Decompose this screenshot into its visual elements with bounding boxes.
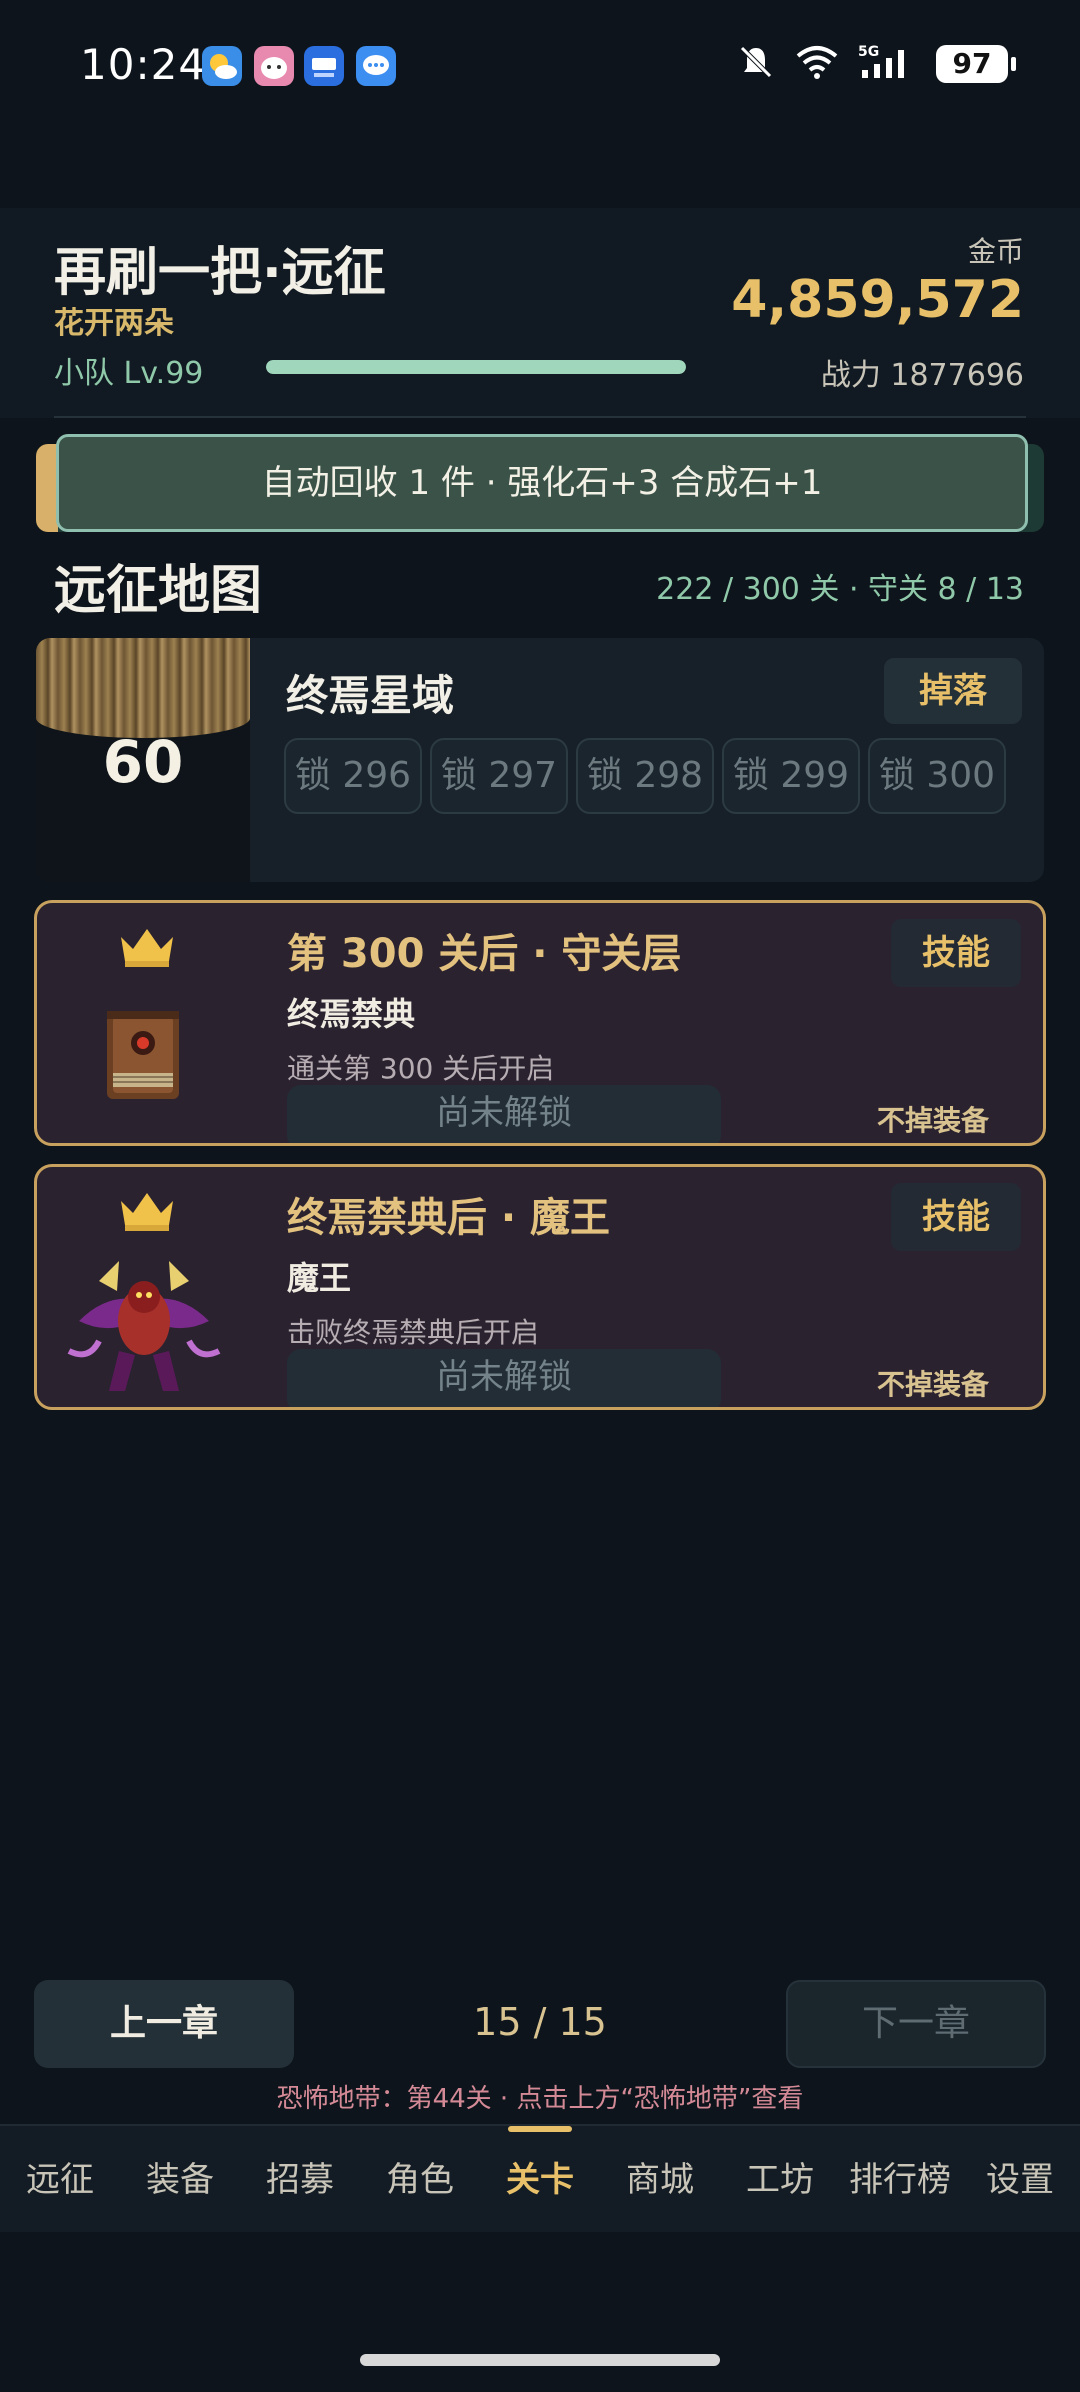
tab-shop[interactable]: 商城 [600, 2126, 720, 2234]
header-divider [54, 416, 1026, 418]
locked-status-pill: 尚未解锁 [287, 1349, 721, 1407]
bell-muted-icon [736, 42, 776, 86]
tab-workshop[interactable]: 工坊 [720, 2126, 840, 2234]
locked-stage-chip[interactable]: 锁 297 [430, 738, 568, 814]
boss-name: 魔王 [287, 1259, 352, 1297]
boss-requirement: 通关第 300 关后开启 [287, 1052, 555, 1085]
locked-stage-chip[interactable]: 锁 300 [868, 738, 1006, 814]
no-equipment-drop-note: 不掉装备 [876, 1104, 989, 1137]
crown-icon [117, 1187, 177, 1233]
team-level: 小队 Lv.99 [54, 356, 204, 391]
gold-value: 4,859,572 [731, 270, 1024, 330]
bottom-nav: 远征 装备 招募 角色 关卡 商城 工坊 排行榜 设置 [0, 2124, 1080, 2232]
map-name: 终焉星域 [286, 671, 455, 720]
boss-requirement: 击败终焉禁典后开启 [287, 1316, 540, 1349]
tab-characters[interactable]: 角色 [360, 2126, 480, 2234]
xp-progress-fill [266, 360, 686, 374]
map-card[interactable]: 60 终焉星域 掉落 锁 296 锁 297 锁 298 锁 299 锁 300 [36, 638, 1044, 882]
player-header: 再刷一把·远征 花开两朵 小队 Lv.99 金币 4,859,572 战力 18… [0, 208, 1080, 418]
game-title: 再刷一把·远征 [54, 243, 386, 303]
locked-stage-chip[interactable]: 锁 299 [722, 738, 860, 814]
chat-mascot-app-icon [254, 46, 294, 86]
locked-stage-chip[interactable]: 锁 298 [576, 738, 714, 814]
cave-art-icon [36, 638, 250, 738]
tab-recruit[interactable]: 招募 [240, 2126, 360, 2234]
locked-stage-row: 锁 296 锁 297 锁 298 锁 299 锁 300 [284, 738, 1006, 814]
combat-power: 战力 1877696 [820, 358, 1024, 393]
tab-equipment[interactable]: 装备 [120, 2126, 240, 2234]
status-time: 10:24 [80, 40, 207, 89]
boss-title: 终焉禁典后 · 魔王 [287, 1195, 611, 1241]
tab-settings[interactable]: 设置 [960, 2126, 1080, 2234]
signal-5g-icon: 5G [858, 42, 918, 86]
crown-icon [117, 923, 177, 969]
boss-card-demon-king[interactable]: 终焉禁典后 · 魔王 魔王 击败终焉禁典后开启 技能 尚未解锁 不掉装备 [34, 1164, 1046, 1410]
tome-icon [101, 1003, 185, 1111]
section-progress: 222 / 300 关 · 守关 8 / 13 [656, 572, 1024, 607]
home-indicator[interactable] [360, 2354, 720, 2366]
gold-label: 金币 [967, 235, 1024, 268]
demon-king-icon [59, 1251, 229, 1405]
drop-button[interactable]: 掉落 [884, 658, 1022, 724]
status-bar: 10:24 5G 97 [0, 0, 1080, 130]
no-equipment-drop-note: 不掉装备 [876, 1368, 989, 1401]
tab-leaderboard[interactable]: 排行榜 [840, 2126, 960, 2234]
map-thumbnail: 60 [36, 638, 250, 882]
auto-recycle-banner[interactable]: 自动回收 1 件 · 强化石+3 合成石+1 [56, 434, 1028, 532]
map-level-number: 60 [102, 728, 184, 796]
skill-button[interactable]: 技能 [891, 919, 1021, 987]
terror-zone-hint[interactable]: 恐怖地带：第44关 · 点击上方“恐怖地带”查看 [0, 2078, 1080, 2115]
boss-card-guardian[interactable]: 第 300 关后 · 守关层 终焉禁典 通关第 300 关后开启 技能 尚未解锁… [34, 900, 1046, 1146]
xp-progress-bar [266, 360, 686, 374]
tab-stages[interactable]: 关卡 [480, 2126, 600, 2234]
section-title: 远征地图 [54, 561, 263, 621]
wifi-icon [794, 42, 840, 86]
message-app-icon [356, 46, 396, 86]
service-app-icon [304, 46, 344, 86]
weather-app-icon [202, 46, 242, 86]
skill-button[interactable]: 技能 [891, 1183, 1021, 1251]
locked-stage-chip[interactable]: 锁 296 [284, 738, 422, 814]
boss-name: 终焉禁典 [287, 995, 416, 1033]
svg-text:5G: 5G [858, 44, 879, 60]
player-name: 花开两朵 [54, 306, 174, 341]
locked-status-pill: 尚未解锁 [287, 1085, 721, 1143]
tab-expedition[interactable]: 远征 [0, 2126, 120, 2234]
battery-icon: 97 [936, 45, 1016, 83]
boss-title: 第 300 关后 · 守关层 [287, 931, 682, 977]
next-chapter-button[interactable]: 下一章 [786, 1980, 1046, 2068]
